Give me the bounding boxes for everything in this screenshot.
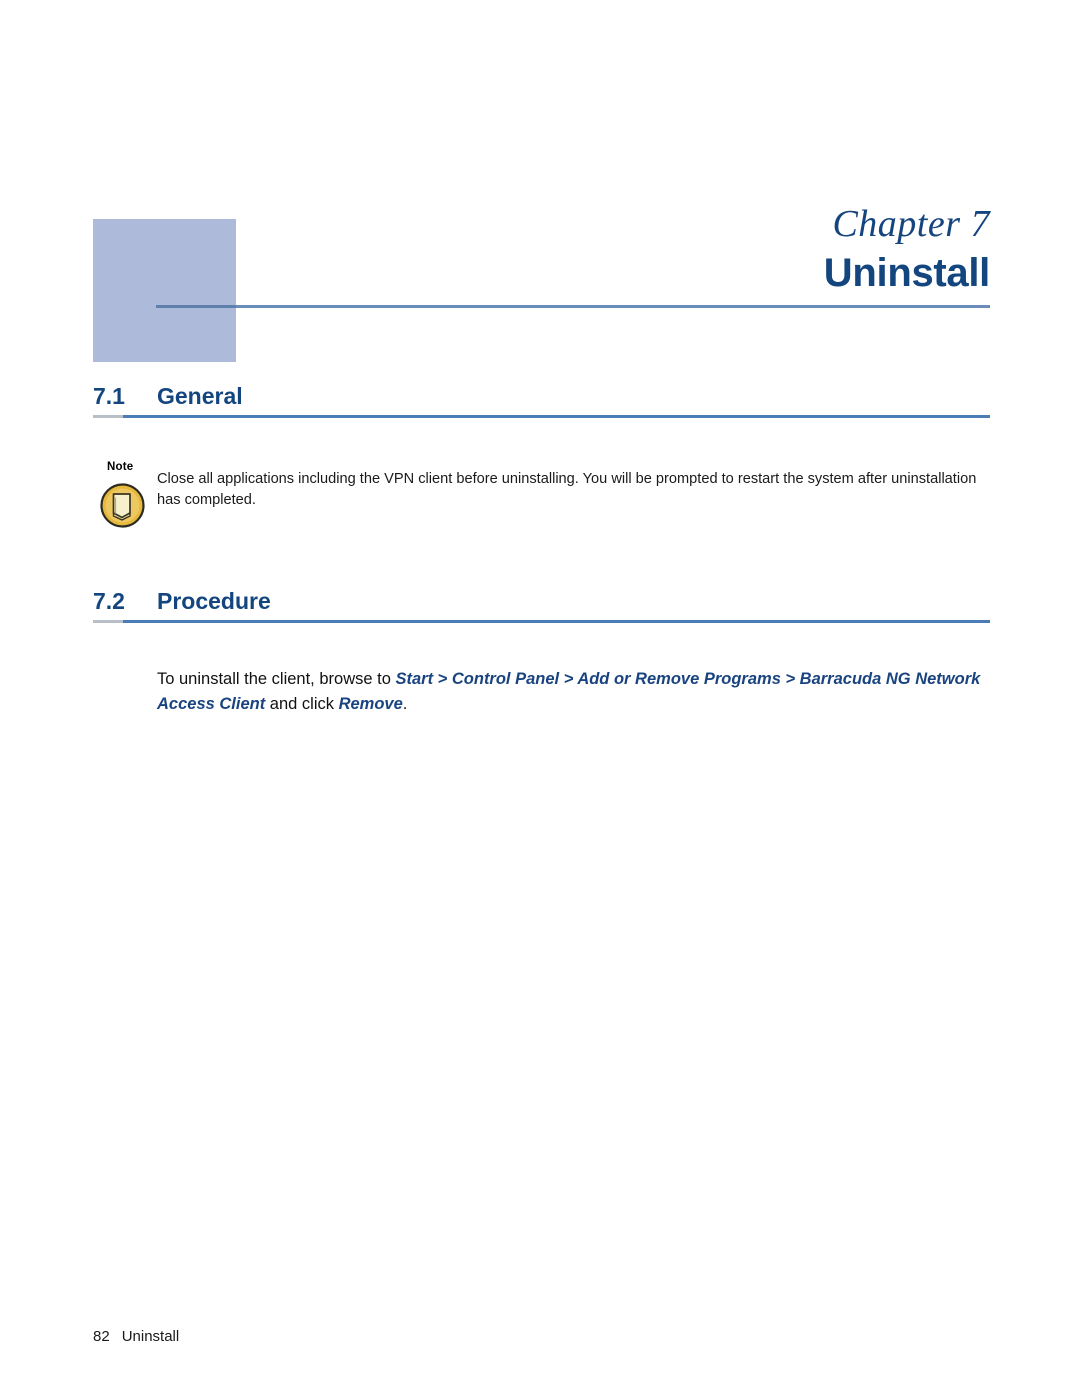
procedure-middle-text: and click <box>265 694 339 713</box>
procedure-paragraph: To uninstall the client, browse to Start… <box>157 667 992 717</box>
section-rule-cap <box>93 415 123 418</box>
procedure-lead-text: To uninstall the client, browse to <box>157 669 396 688</box>
section-title: General <box>157 383 243 409</box>
chapter-label: Chapter 7 <box>832 203 990 245</box>
procedure-body: To uninstall the client, browse to Start… <box>157 650 992 733</box>
footer-chapter-name: Uninstall <box>121 1328 180 1345</box>
procedure-action-label: Remove <box>338 694 403 713</box>
section-number: 7.1 <box>93 383 125 409</box>
section-procedure: 7.2 Procedure <box>93 588 990 624</box>
chapter-accent-block <box>93 219 236 362</box>
page-footer: 82 Uninstall <box>93 1328 179 1345</box>
section-general: 7.1 General <box>93 383 990 419</box>
section-rule <box>93 620 990 623</box>
page-title: Uninstall <box>823 251 991 295</box>
chapter-header-rule-overlap <box>156 305 236 308</box>
section-number: 7.2 <box>93 588 125 614</box>
section-heading-procedure: 7.2 Procedure <box>93 588 990 624</box>
note-page-icon <box>100 483 145 528</box>
section-title: Procedure <box>157 588 271 614</box>
note-label: Note <box>107 461 134 473</box>
section-rule <box>93 415 990 418</box>
footer-page-number: 82 <box>93 1328 110 1345</box>
section-rule-cap <box>93 620 123 623</box>
note-text: Close all applications including the VPN… <box>157 471 977 508</box>
document-page: Chapter 7 Uninstall 7.1 General Note Clo… <box>0 0 1080 1397</box>
section-heading-general: 7.1 General <box>93 383 990 419</box>
chapter-header-rule <box>156 305 990 308</box>
chapter-header: Chapter 7 Uninstall <box>0 0 1080 380</box>
procedure-trailing-text: . <box>402 694 408 713</box>
